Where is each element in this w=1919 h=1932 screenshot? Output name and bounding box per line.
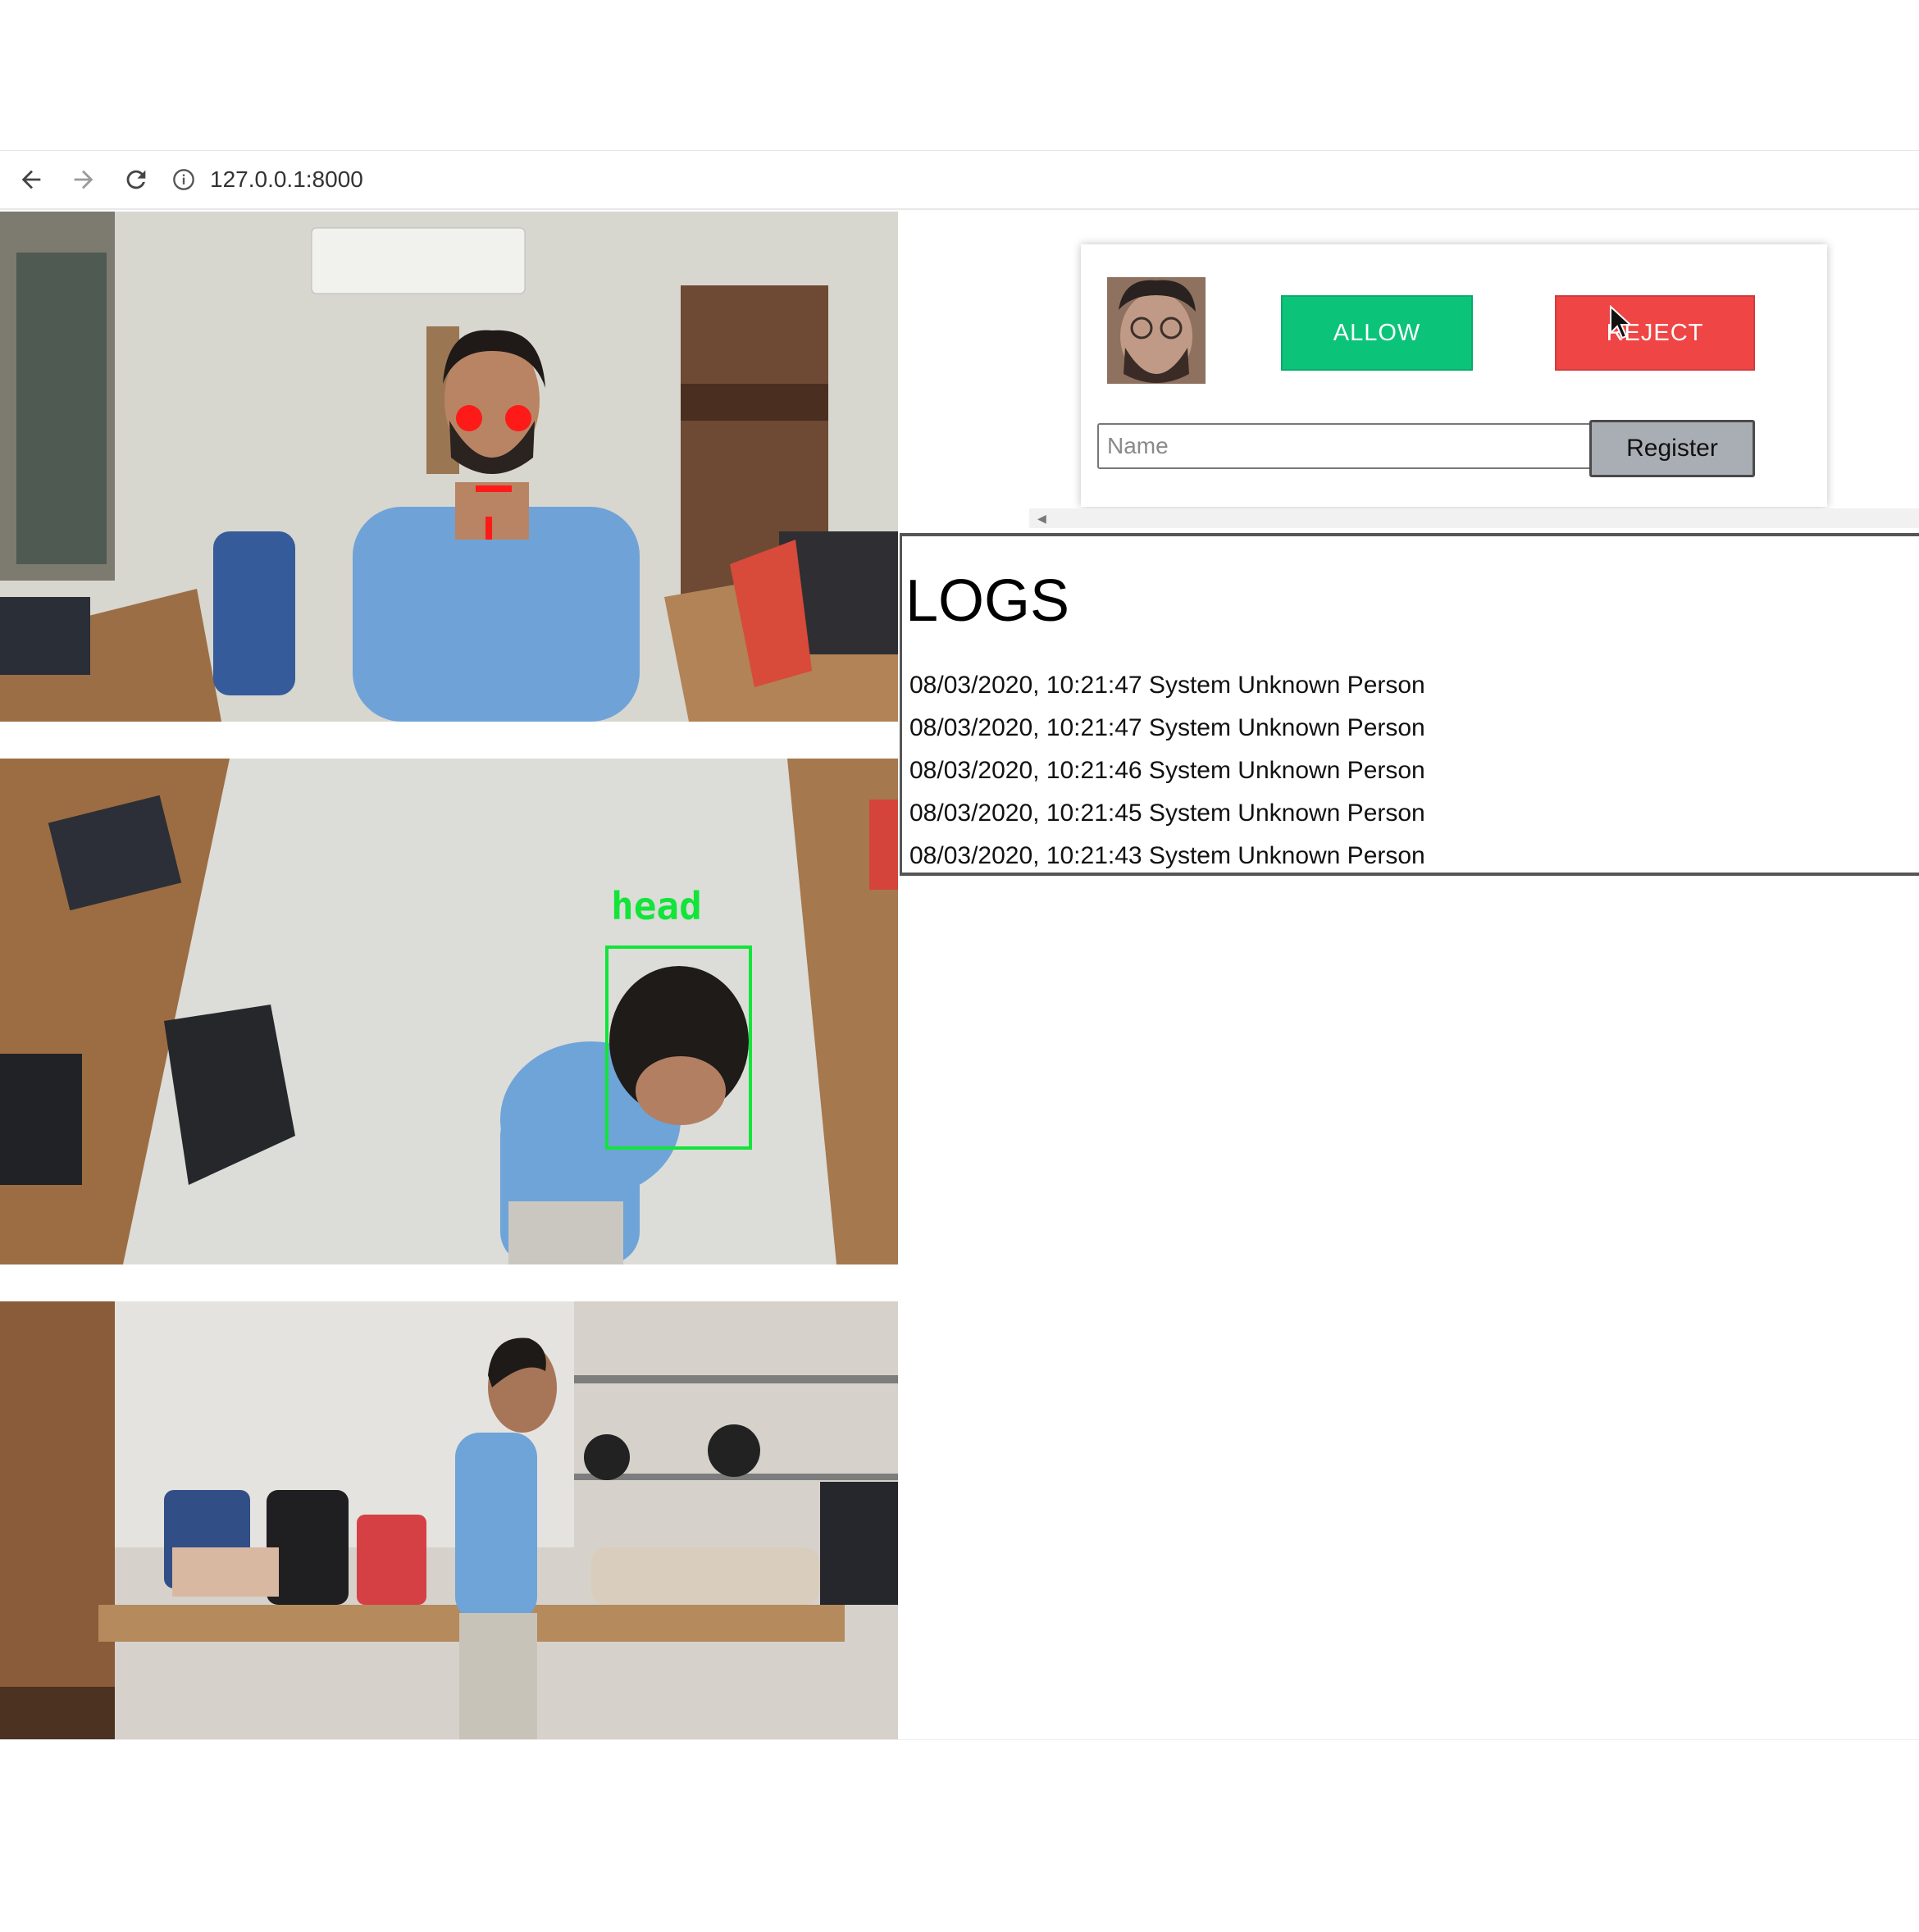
control-panel: ALLOW REJECT Register — [1081, 244, 1827, 507]
browser-toolbar: 127.0.0.1:8000 — [0, 150, 1919, 210]
back-button[interactable] — [7, 151, 56, 208]
camera-feed-3 — [0, 1301, 898, 1739]
feed1-scene — [0, 212, 898, 722]
allow-button[interactable]: ALLOW — [1281, 295, 1473, 371]
logs-title: LOGS — [905, 568, 1070, 634]
reload-icon — [126, 170, 146, 189]
detected-face-thumbnail — [1107, 277, 1206, 384]
reject-button[interactable]: REJECT — [1555, 295, 1755, 371]
logs-panel: LOGS 08/03/2020, 10:21:47 System Unknown… — [900, 533, 1919, 876]
arrow-left-icon — [21, 170, 41, 189]
log-entry: 08/03/2020, 10:21:43 System Unknown Pers… — [909, 842, 1425, 869]
face-image — [1107, 277, 1206, 384]
feed2-scene: head — [0, 759, 898, 1264]
name-input[interactable] — [1097, 423, 1593, 469]
camera-feed-1 — [0, 212, 898, 722]
address-bar[interactable]: 127.0.0.1:8000 — [172, 151, 363, 208]
reload-button[interactable] — [112, 151, 161, 208]
divider — [0, 1739, 1919, 1740]
head-detection-label: head — [611, 884, 702, 928]
forward-button[interactable] — [59, 151, 108, 208]
register-button[interactable]: Register — [1589, 420, 1755, 477]
arrow-right-icon — [74, 170, 93, 189]
log-entry: 08/03/2020, 10:21:46 System Unknown Pers… — [909, 757, 1425, 784]
feed3-scene — [0, 1301, 898, 1739]
scroll-left-icon[interactable]: ◀ — [1037, 512, 1046, 526]
horizontal-scrollbar[interactable]: ◀ — [1029, 508, 1919, 528]
mouse-cursor-icon — [1610, 305, 1633, 339]
info-icon — [173, 169, 194, 190]
log-entry: 08/03/2020, 10:21:45 System Unknown Pers… — [909, 800, 1425, 827]
log-entry: 08/03/2020, 10:21:47 System Unknown Pers… — [909, 672, 1425, 699]
url-text: 127.0.0.1:8000 — [210, 166, 363, 192]
camera-feed-2: head — [0, 759, 898, 1264]
log-entry: 08/03/2020, 10:21:47 System Unknown Pers… — [909, 714, 1425, 741]
